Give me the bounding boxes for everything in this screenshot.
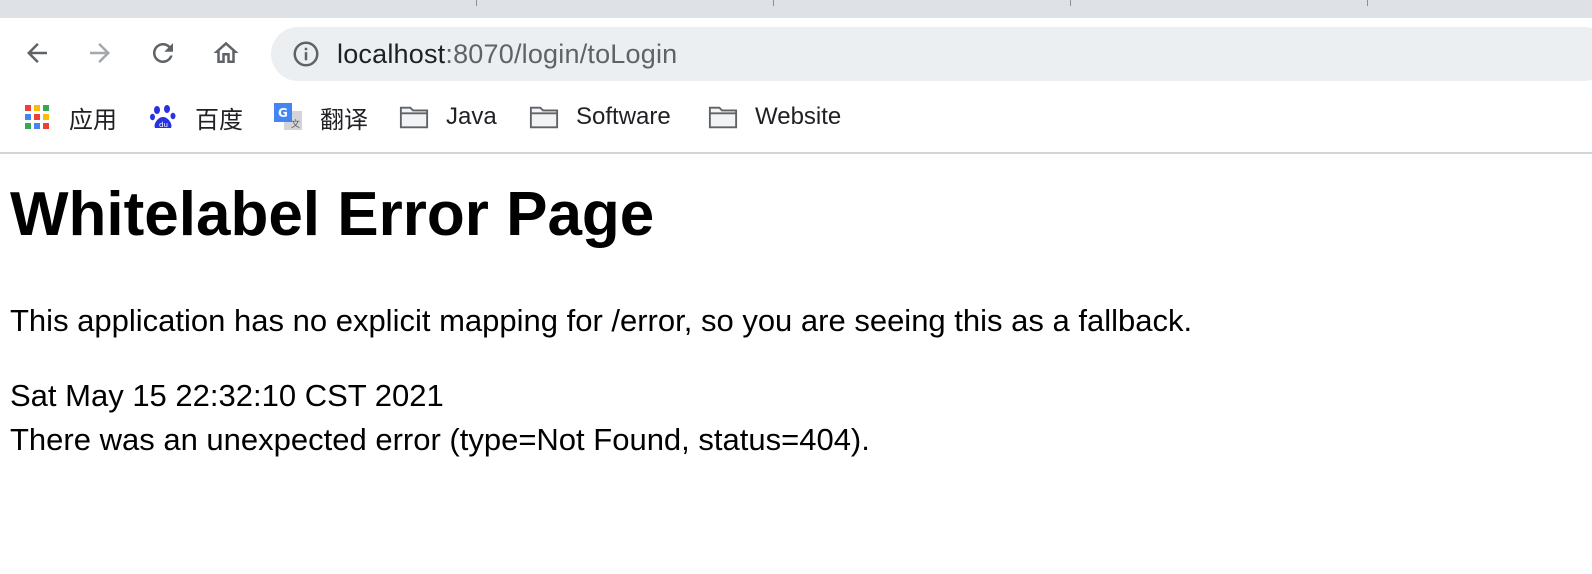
url-path: :8070/login/toLogin (445, 39, 678, 69)
bookmark-label: Website (755, 103, 842, 130)
page-title: Whitelabel Error Page (10, 180, 655, 249)
error-message: This application has no explicit mapping… (10, 303, 1193, 338)
tab-separator (773, 0, 774, 6)
bookmark-folder-website[interactable]: Website (708, 100, 841, 134)
reload-icon (153, 43, 173, 63)
bookmark-label: 应用 (69, 106, 117, 134)
url-text[interactable]: localhost:8070/login/toLogin (337, 39, 677, 69)
back-button[interactable] (19, 35, 55, 71)
bookmark-translate[interactable]: G 文 翻译 (273, 100, 368, 134)
bookmark-label: 百度 (195, 106, 243, 134)
bookmark-label: Java (446, 103, 497, 130)
bookmark-label: 翻译 (320, 106, 368, 134)
svg-text:G: G (278, 106, 288, 120)
error-timestamp: Sat May 15 22:32:10 CST 2021 (10, 378, 444, 413)
tab-separator (1070, 0, 1071, 6)
arrow-left-icon (27, 43, 47, 63)
baidu-paw-icon: du (148, 102, 178, 132)
home-icon (213, 41, 239, 63)
info-icon[interactable] (291, 39, 321, 69)
folder-icon (399, 102, 429, 132)
svg-text:文: 文 (291, 118, 300, 130)
tab-separator (476, 0, 477, 6)
folder-icon (708, 102, 738, 132)
svg-text:du: du (159, 121, 168, 129)
reload-button[interactable] (145, 35, 181, 71)
tab-strip (0, 0, 1592, 18)
url-host: localhost (337, 39, 446, 69)
forward-button[interactable] (82, 35, 118, 71)
bookmark-folder-java[interactable]: Java (399, 100, 497, 134)
bookmarks-bar: 应用 du 百度 G 文 翻译 Java Software Website (0, 90, 1592, 154)
bookmark-folder-software[interactable]: Software (529, 100, 671, 134)
address-bar[interactable]: localhost:8070/login/toLogin (271, 27, 1592, 81)
bookmark-baidu[interactable]: du 百度 (148, 100, 243, 134)
error-details: There was an unexpected error (type=Not … (10, 422, 870, 457)
bookmark-apps[interactable]: 应用 (22, 100, 117, 134)
home-button[interactable] (208, 35, 244, 71)
bookmark-label: Software (576, 103, 671, 130)
apps-grid-icon (22, 102, 52, 132)
tab-separator (1367, 0, 1368, 6)
browser-toolbar: localhost:8070/login/toLogin (0, 18, 1592, 90)
arrow-right-icon (90, 43, 110, 63)
google-translate-icon: G 文 (273, 102, 303, 132)
folder-icon (529, 102, 559, 132)
